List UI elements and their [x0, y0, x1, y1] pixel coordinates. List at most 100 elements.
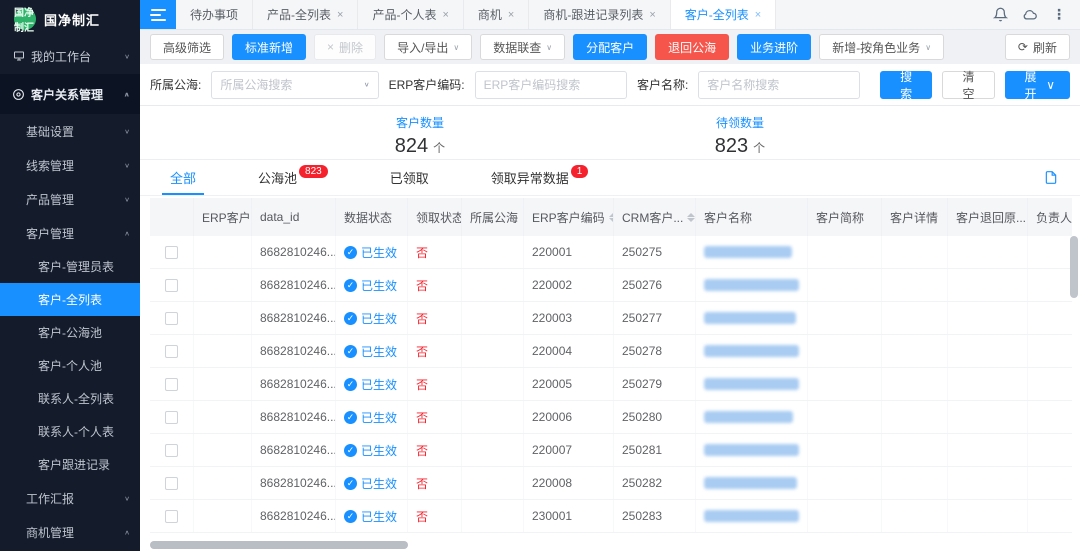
tab-customer-all-list[interactable]: 客户-全列表 × [671, 0, 776, 29]
add-by-role-button[interactable]: 新增-按角色业务∨ [819, 34, 944, 60]
brand: 国净制汇 国净制汇 [0, 0, 140, 38]
sidebar-item-basic-settings[interactable]: 基础设置∨ [0, 114, 140, 148]
close-icon[interactable]: × [442, 9, 448, 21]
sidebar-item-product-mgmt[interactable]: 产品管理∨ [0, 182, 140, 216]
brand-logo-icon: 国净制汇 [14, 8, 36, 30]
subtab-claim-abnormal[interactable]: 领取异常数据1 [491, 160, 589, 195]
sidebar-item-customer-mgmt[interactable]: 客户管理∧ [0, 216, 140, 250]
status-effective: ✓已生效 [344, 508, 397, 525]
data-crosscheck-button[interactable]: 数据联查∨ [480, 34, 565, 60]
column-header-erp-customer-id: ERP客户ID [194, 198, 252, 236]
cell-erp-customer-id [194, 368, 252, 400]
subtab-all[interactable]: 全部 [170, 160, 196, 195]
sidebar-item-label: 联系人-个人表 [38, 423, 130, 440]
cell-customer-detail [882, 302, 948, 334]
import-export-button[interactable]: 导入/导出∨ [384, 34, 472, 60]
row-checkbox[interactable] [165, 477, 178, 490]
column-header-data-status: 数据状态 [336, 198, 408, 236]
vertical-scrollbar[interactable] [1070, 236, 1078, 298]
tab-label: 商机-跟进记录列表 [543, 6, 643, 23]
standard-add-button[interactable]: 标准新增 [232, 34, 306, 60]
redacted-customer-name[interactable] [704, 279, 799, 291]
collapse-menu-icon[interactable] [140, 0, 176, 29]
sidebar-item-contacts-all-list[interactable]: 联系人-全列表 [0, 382, 140, 415]
status-effective: ✓已生效 [344, 244, 397, 261]
return-to-public-button[interactable]: 退回公海 [655, 34, 729, 60]
bell-icon[interactable] [993, 7, 1008, 22]
row-checkbox[interactable] [165, 279, 178, 292]
expand-button[interactable]: 展开∨ [1005, 71, 1070, 99]
customer-name-input[interactable]: 客户名称搜索 [698, 71, 860, 99]
row-checkbox[interactable] [165, 411, 178, 424]
row-checkbox[interactable] [165, 378, 178, 391]
cell-erp-customer-id [194, 269, 252, 301]
tab-product-personal-table[interactable]: 产品-个人表× [358, 0, 463, 29]
erp-customer-code-input[interactable]: ERP客户编码搜索 [475, 71, 627, 99]
column-header-crm-customer[interactable]: CRM客户... [614, 198, 696, 236]
row-checkbox[interactable] [165, 444, 178, 457]
cell-public-pool [462, 335, 524, 367]
close-icon[interactable]: × [508, 9, 514, 21]
sidebar-item-work-report[interactable]: 工作汇报∨ [0, 481, 140, 515]
sidebar-item-customer-personal-pool[interactable]: 客户-个人池 [0, 349, 140, 382]
cell-data-status: ✓已生效 [336, 302, 408, 334]
close-icon[interactable]: × [755, 9, 761, 21]
cell-data-id: 8682810246... [252, 401, 336, 433]
column-label: 领取状态 [416, 209, 462, 226]
cell-return-reason [948, 467, 1028, 499]
toolbar: 高级筛选标准新增×删除导入/导出∨数据联查∨分配客户退回公海业务进阶新增-按角色… [140, 30, 1080, 64]
sidebar-item-crm[interactable]: 客户关系管理∧ [0, 74, 140, 114]
tab-product-all-list[interactable]: 产品-全列表× [253, 0, 358, 29]
tab-label: 客户-全列表 [685, 6, 749, 23]
claim-status-label: 否 [416, 310, 428, 327]
sidebar-item-customer-followup-records[interactable]: 客户跟进记录 [0, 448, 140, 481]
close-icon[interactable]: × [649, 9, 655, 21]
redacted-customer-name[interactable] [704, 345, 799, 357]
horizontal-scrollbar[interactable] [150, 541, 408, 549]
sidebar-item-contacts-personal-table[interactable]: 联系人-个人表 [0, 415, 140, 448]
tab-business-opportunity[interactable]: 商机× [464, 0, 529, 29]
row-checkbox[interactable] [165, 345, 178, 358]
redacted-customer-name[interactable] [704, 312, 796, 324]
column-header-erp-customer-code[interactable]: ERP客户编码 [524, 198, 614, 236]
refresh-button[interactable]: ⟳ 刷新 [1005, 34, 1070, 60]
cell-data-status: ✓已生效 [336, 269, 408, 301]
row-checkbox[interactable] [165, 246, 178, 259]
sidebar-item-workspace[interactable]: 我的工作台∨ [0, 38, 140, 74]
export-document-icon[interactable] [1044, 170, 1058, 185]
redacted-customer-name[interactable] [704, 477, 797, 489]
sidebar-item-customer-public-pool[interactable]: 客户-公海池 [0, 316, 140, 349]
sidebar-item-customer-all-list[interactable]: 客户-全列表 [0, 283, 140, 316]
cell-erp-customer-code: 220007 [524, 434, 614, 466]
redacted-customer-name[interactable] [704, 378, 799, 390]
cell-public-pool [462, 236, 524, 268]
close-icon[interactable]: × [337, 9, 343, 21]
search-button[interactable]: 搜索 [880, 71, 932, 99]
cell-return-reason [948, 500, 1028, 532]
redacted-customer-name[interactable] [704, 444, 799, 456]
row-checkbox[interactable] [165, 312, 178, 325]
clear-button[interactable]: 清空 [942, 71, 994, 99]
assign-customer-button[interactable]: 分配客户 [573, 34, 647, 60]
cell-erp-customer-id [194, 236, 252, 268]
redacted-customer-name[interactable] [704, 510, 799, 522]
table-row: 8682810246...✓已生效否220004250278 [150, 335, 1072, 368]
redacted-customer-name[interactable] [704, 246, 792, 258]
sort-icon[interactable] [687, 213, 695, 222]
sidebar-item-leads-mgmt[interactable]: 线索管理∨ [0, 148, 140, 182]
redacted-customer-name[interactable] [704, 411, 793, 423]
sidebar-item-business-mgmt[interactable]: 商机管理∧ [0, 515, 140, 549]
public-pool-select[interactable]: 所属公海搜索∨ [211, 71, 378, 99]
advanced-filter-button[interactable]: 高级筛选 [150, 34, 224, 60]
more-vertical-icon[interactable]: ⋮ [1052, 6, 1066, 23]
business-advance-button[interactable]: 业务进阶 [737, 34, 811, 60]
row-checkbox[interactable] [165, 510, 178, 523]
sidebar-item-customer-admin-table[interactable]: 客户-管理员表 [0, 250, 140, 283]
app-root: 国净制汇 国净制汇 我的工作台∨客户关系管理∧基础设置∨线索管理∨产品管理∨客户… [0, 0, 1080, 551]
cell-owner [1028, 302, 1080, 334]
cloud-user-icon[interactable] [1022, 7, 1038, 22]
tab-business-followup-list[interactable]: 商机-跟进记录列表 × [529, 0, 670, 29]
subtab-public-pool[interactable]: 公海池823 [258, 160, 328, 195]
tab-todo-items[interactable]: 待办事项 [176, 0, 253, 29]
subtab-claimed[interactable]: 已领取 [390, 160, 429, 195]
